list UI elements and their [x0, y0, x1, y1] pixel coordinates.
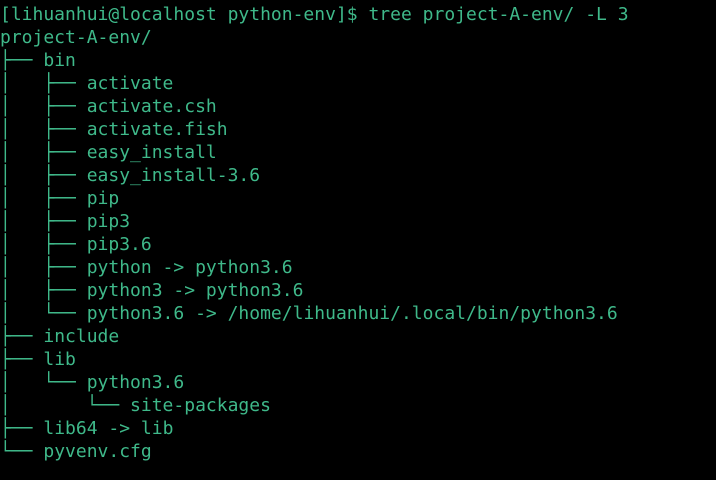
tree-root: project-A-env/ [0, 27, 152, 48]
tree-entry-easy-install: │ ├── easy_install [0, 141, 716, 164]
tree-connector: ├── [0, 418, 44, 439]
tree-entry-pip3: │ ├── pip3 [0, 210, 716, 233]
tree-entry-pip3-6: │ ├── pip3.6 [0, 233, 716, 256]
tree-entry-python3-6-link: │ └── python3.6 -> /home/lihuanhui/.loca… [0, 302, 716, 325]
tree-connector: ├── [0, 326, 44, 347]
tree-connector: │ ├── [0, 257, 87, 278]
tree-entry-label: easy_install-3.6 [86, 165, 261, 186]
tree-connector: │ └── [0, 372, 87, 393]
tree-entry-activate: │ ├── activate [0, 72, 716, 95]
tree-entry-label: activate.fish [86, 119, 228, 140]
tree-entry-bin: ├── bin [0, 49, 716, 72]
tree-entry-lib64-link: ├── lib64 -> lib [0, 417, 716, 440]
tree-entry-label: include [43, 326, 120, 347]
tree-connector: │ ├── [0, 234, 87, 255]
tree-entry-label: pip3 [86, 211, 131, 232]
tree-entry-label: site-packages [130, 395, 271, 416]
tree-connector: │ ├── [0, 96, 87, 117]
tree-entry-lib: ├── lib [0, 348, 716, 371]
tree-entry-label: python3.6 -> /home/lihuanhui/.local/bin/… [86, 303, 618, 324]
tree-entry-label: easy_install [86, 142, 217, 163]
tree-entry-pyvenv-cfg: └── pyvenv.cfg [0, 440, 716, 463]
tree-entry-label: activate.csh [86, 96, 217, 117]
tree-connector: │ ├── [0, 142, 87, 163]
tree-entry-lib-python3-6: │ └── python3.6 [0, 371, 716, 394]
terminal-window[interactable]: [lihuanhui@localhost python-env]$ tree p… [0, 0, 716, 480]
tree-connector: └── [0, 441, 44, 462]
tree-entry-easy-install-3-6: │ ├── easy_install-3.6 [0, 164, 716, 187]
tree-connector: │ ├── [0, 188, 87, 209]
tree-connector: │ ├── [0, 280, 87, 301]
tree-connector: │ ├── [0, 211, 87, 232]
tree-entry-label: pip [86, 188, 120, 209]
tree-entry-label: python3 -> python3.6 [86, 280, 304, 301]
tree-entry-label: python3.6 [86, 372, 185, 393]
tree-entry-activate-fish: │ ├── activate.fish [0, 118, 716, 141]
tree-entry-label: bin [43, 50, 76, 71]
tree-entry-include: ├── include [0, 325, 716, 348]
tree-entry-python3-link: │ ├── python3 -> python3.6 [0, 279, 716, 302]
tree-entry-site-packages: │ └── site-packages [0, 394, 716, 417]
tree-entry-label: python -> python3.6 [86, 257, 293, 278]
command-prompt: [lihuanhui@localhost python-env]$ tree p… [0, 4, 629, 25]
tree-entry-label: lib [43, 349, 76, 370]
tree-connector: │ ├── [0, 73, 87, 94]
tree-entry-pip: │ ├── pip [0, 187, 716, 210]
tree-connector: │ ├── [0, 119, 87, 140]
tree-entry-label: activate [86, 73, 174, 94]
tree-connector: ├── [0, 349, 44, 370]
tree-connector: │ └── [0, 303, 87, 324]
tree-entry-label: pip3.6 [86, 234, 152, 255]
tree-connector: ├── [0, 50, 44, 71]
tree-entry-label: lib64 -> lib [43, 418, 174, 439]
tree-entry-label: pyvenv.cfg [43, 441, 152, 462]
tree-entry-python-link: │ ├── python -> python3.6 [0, 256, 716, 279]
tree-entry-activate-csh: │ ├── activate.csh [0, 95, 716, 118]
tree-connector: │ └── [0, 395, 131, 416]
tree-connector: │ ├── [0, 165, 87, 186]
